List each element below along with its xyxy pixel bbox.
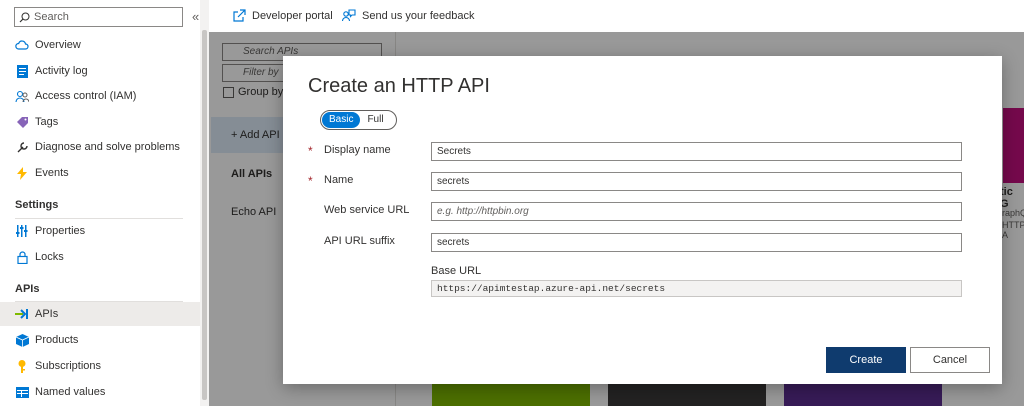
wrench-icon [15,140,29,154]
api-url-suffix-label: API URL suffix [324,235,395,247]
sidebar-item-label: Activity log [35,65,88,77]
required-asterisk: * [308,144,313,158]
feedback-icon [342,9,356,22]
people-icon [15,89,29,103]
tag-icon [15,115,29,129]
sidebar-search-placeholder: Search [34,11,69,23]
sidebar-item-apis[interactable]: APIs [0,302,200,326]
key-icon [15,359,29,373]
cloud-icon [15,38,29,52]
sidebar-item-label: Locks [35,251,64,263]
sidebar-item-diagnose[interactable]: Diagnose and solve problems [0,135,200,159]
sidebar-item-properties[interactable]: Properties [0,219,200,243]
required-asterisk: * [308,174,313,188]
lock-icon [15,250,29,264]
base-url-value: https://apimtestap.azure-api.net/secrets [431,280,962,297]
basic-full-toggle[interactable]: Basic Full [320,110,397,130]
cancel-button[interactable]: Cancel [910,347,990,373]
sidebar-item-access-control[interactable]: Access control (IAM) [0,84,200,108]
sidebar-item-locks[interactable]: Locks [0,245,200,269]
properties-icon [15,224,29,238]
bolt-icon [15,166,29,180]
named-values-icon [15,385,29,399]
toggle-basic[interactable]: Basic [322,112,361,128]
feedback-label: Send us your feedback [362,9,475,22]
sidebar-item-subscriptions[interactable]: Subscriptions [0,354,200,378]
create-http-api-dialog: Create an HTTP API Basic Full * Display … [283,56,1002,384]
sidebar-item-label: Products [35,334,79,346]
dialog-title: Create an HTTP API [308,75,490,97]
sidebar-item-label: Events [35,167,69,179]
sidebar-item-overview[interactable]: Overview [0,33,200,57]
sidebar-scrollbar[interactable] [200,0,209,406]
sidebar-item-events[interactable]: Events [0,161,200,185]
base-url-label: Base URL [431,265,482,277]
sidebar-item-label: APIs [35,308,59,320]
api-url-suffix-input[interactable] [431,233,962,252]
sidebar-item-label: Properties [35,225,86,237]
create-button[interactable]: Create [826,347,906,373]
collapse-sidebar-button[interactable]: « [192,9,199,24]
section-title-apis: APIs [15,283,40,295]
sidebar-item-label: Named values [35,386,106,398]
section-title-settings: Settings [15,199,59,211]
toggle-full[interactable]: Full [360,112,390,128]
sidebar: Search « Overview Activity log Access co… [0,0,200,406]
activity-log-icon [15,64,29,78]
developer-portal-link[interactable]: Developer portal [233,9,333,22]
sidebar-item-activity-log[interactable]: Activity log [0,59,200,83]
sidebar-item-label: Diagnose and solve problems [35,141,180,153]
search-icon [19,12,30,22]
sidebar-item-label: Subscriptions [35,360,102,372]
external-link-icon [233,9,246,22]
sidebar-item-named-values[interactable]: Named values [0,380,200,404]
display-name-label: Display name [324,144,391,156]
sidebar-item-label: Overview [35,39,81,51]
sidebar-search-input[interactable]: Search [14,7,183,27]
products-icon [15,333,29,347]
command-bar: Developer portal Send us your feedback [209,0,1024,32]
sidebar-item-label: Tags [35,116,59,128]
sidebar-item-products[interactable]: Products [0,328,200,352]
developer-portal-label: Developer portal [252,9,333,22]
feedback-link[interactable]: Send us your feedback [342,9,475,22]
sidebar-item-tags[interactable]: Tags [0,110,200,134]
sidebar-item-label: Access control (IAM) [35,90,137,102]
name-label: Name [324,174,354,186]
web-service-url-label: Web service URL [324,204,410,216]
display-name-input[interactable] [431,142,962,161]
name-input[interactable] [431,172,962,191]
scrollbar-thumb[interactable] [202,30,207,400]
api-icon [15,307,29,321]
web-service-url-input[interactable] [431,202,962,221]
